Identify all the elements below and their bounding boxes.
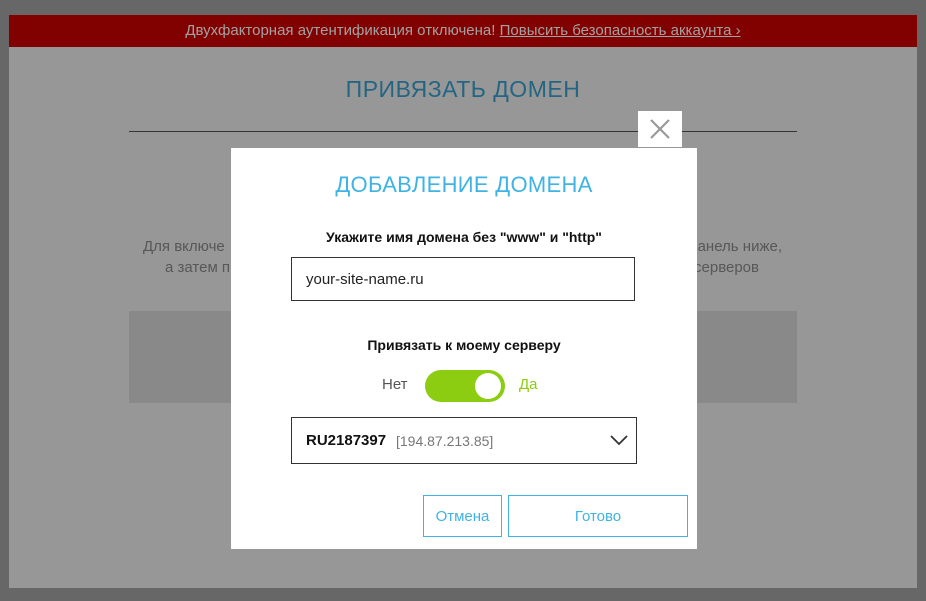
domain-field-label: Укажите имя домена без "www" и "http"	[326, 229, 602, 245]
modal-title: ДОБАВЛЕНИЕ ДОМЕНА	[335, 172, 593, 197]
close-button[interactable]	[638, 111, 682, 147]
server-ip: [194.87.213.85]	[396, 433, 494, 449]
toggle-on-label: Да	[519, 376, 538, 393]
chevron-down-icon	[610, 435, 628, 446]
bind-server-label: Привязать к моему серверу	[367, 337, 561, 353]
server-id: RU2187397	[306, 432, 387, 449]
bind-server-toggle-row: Нет Да	[231, 370, 697, 402]
done-button[interactable]: Готово	[508, 495, 688, 537]
domain-input[interactable]	[291, 257, 635, 301]
bind-server-toggle[interactable]	[425, 370, 505, 402]
toggle-knob	[475, 373, 501, 399]
close-icon	[650, 119, 670, 139]
server-select[interactable]: RU2187397 [194.87.213.85]	[291, 417, 637, 464]
add-domain-modal: ДОБАВЛЕНИЕ ДОМЕНА Укажите имя домена без…	[231, 148, 697, 549]
toggle-off-label: Нет	[382, 376, 408, 393]
cancel-button[interactable]: Отмена	[423, 495, 502, 537]
